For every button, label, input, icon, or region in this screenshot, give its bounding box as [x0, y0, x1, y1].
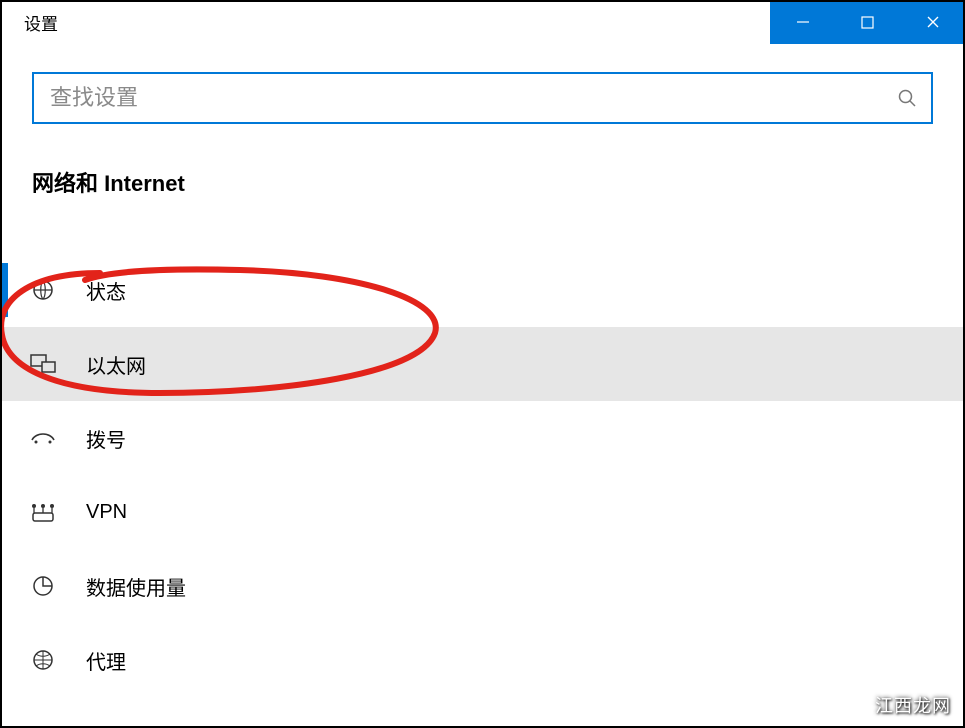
nav-item-label: VPN — [86, 501, 127, 524]
settings-window: 设置 — [0, 0, 965, 728]
data-icon — [28, 574, 58, 598]
titlebar: 设置 — [0, 0, 965, 44]
minimize-icon — [796, 15, 810, 29]
content-area: 网络和 Internet 状态 以太网 — [0, 44, 965, 697]
nav-item-proxy[interactable]: 代理 — [0, 623, 965, 697]
nav-item-vpn[interactable]: VPN — [0, 475, 965, 549]
nav-item-label: 以太网 — [86, 350, 146, 379]
watermark: 江西龙网 — [875, 692, 951, 718]
dialup-icon — [28, 428, 58, 448]
search-box[interactable] — [32, 72, 933, 124]
nav-item-ethernet[interactable]: 以太网 — [0, 327, 965, 401]
nav-item-status[interactable]: 状态 — [0, 253, 965, 327]
nav-item-label: 拨号 — [86, 424, 126, 453]
maximize-button[interactable] — [835, 0, 900, 44]
proxy-icon — [28, 648, 58, 672]
close-button[interactable] — [900, 0, 965, 44]
ethernet-icon — [28, 352, 58, 376]
status-icon — [28, 278, 58, 302]
vpn-icon — [28, 501, 58, 523]
close-icon — [926, 15, 940, 29]
nav-item-label: 代理 — [86, 646, 126, 675]
window-controls — [770, 0, 965, 44]
search-input[interactable] — [48, 74, 897, 122]
nav-list: 状态 以太网 拨号 — [32, 253, 933, 697]
nav-item-label: 状态 — [86, 276, 126, 305]
category-title: 网络和 Internet — [32, 166, 933, 198]
window-title: 设置 — [0, 10, 58, 35]
minimize-button[interactable] — [770, 0, 835, 44]
nav-item-label: 数据使用量 — [86, 572, 186, 601]
search-icon — [897, 88, 917, 108]
nav-item-dialup[interactable]: 拨号 — [0, 401, 965, 475]
maximize-icon — [861, 16, 874, 29]
nav-item-data-usage[interactable]: 数据使用量 — [0, 549, 965, 623]
